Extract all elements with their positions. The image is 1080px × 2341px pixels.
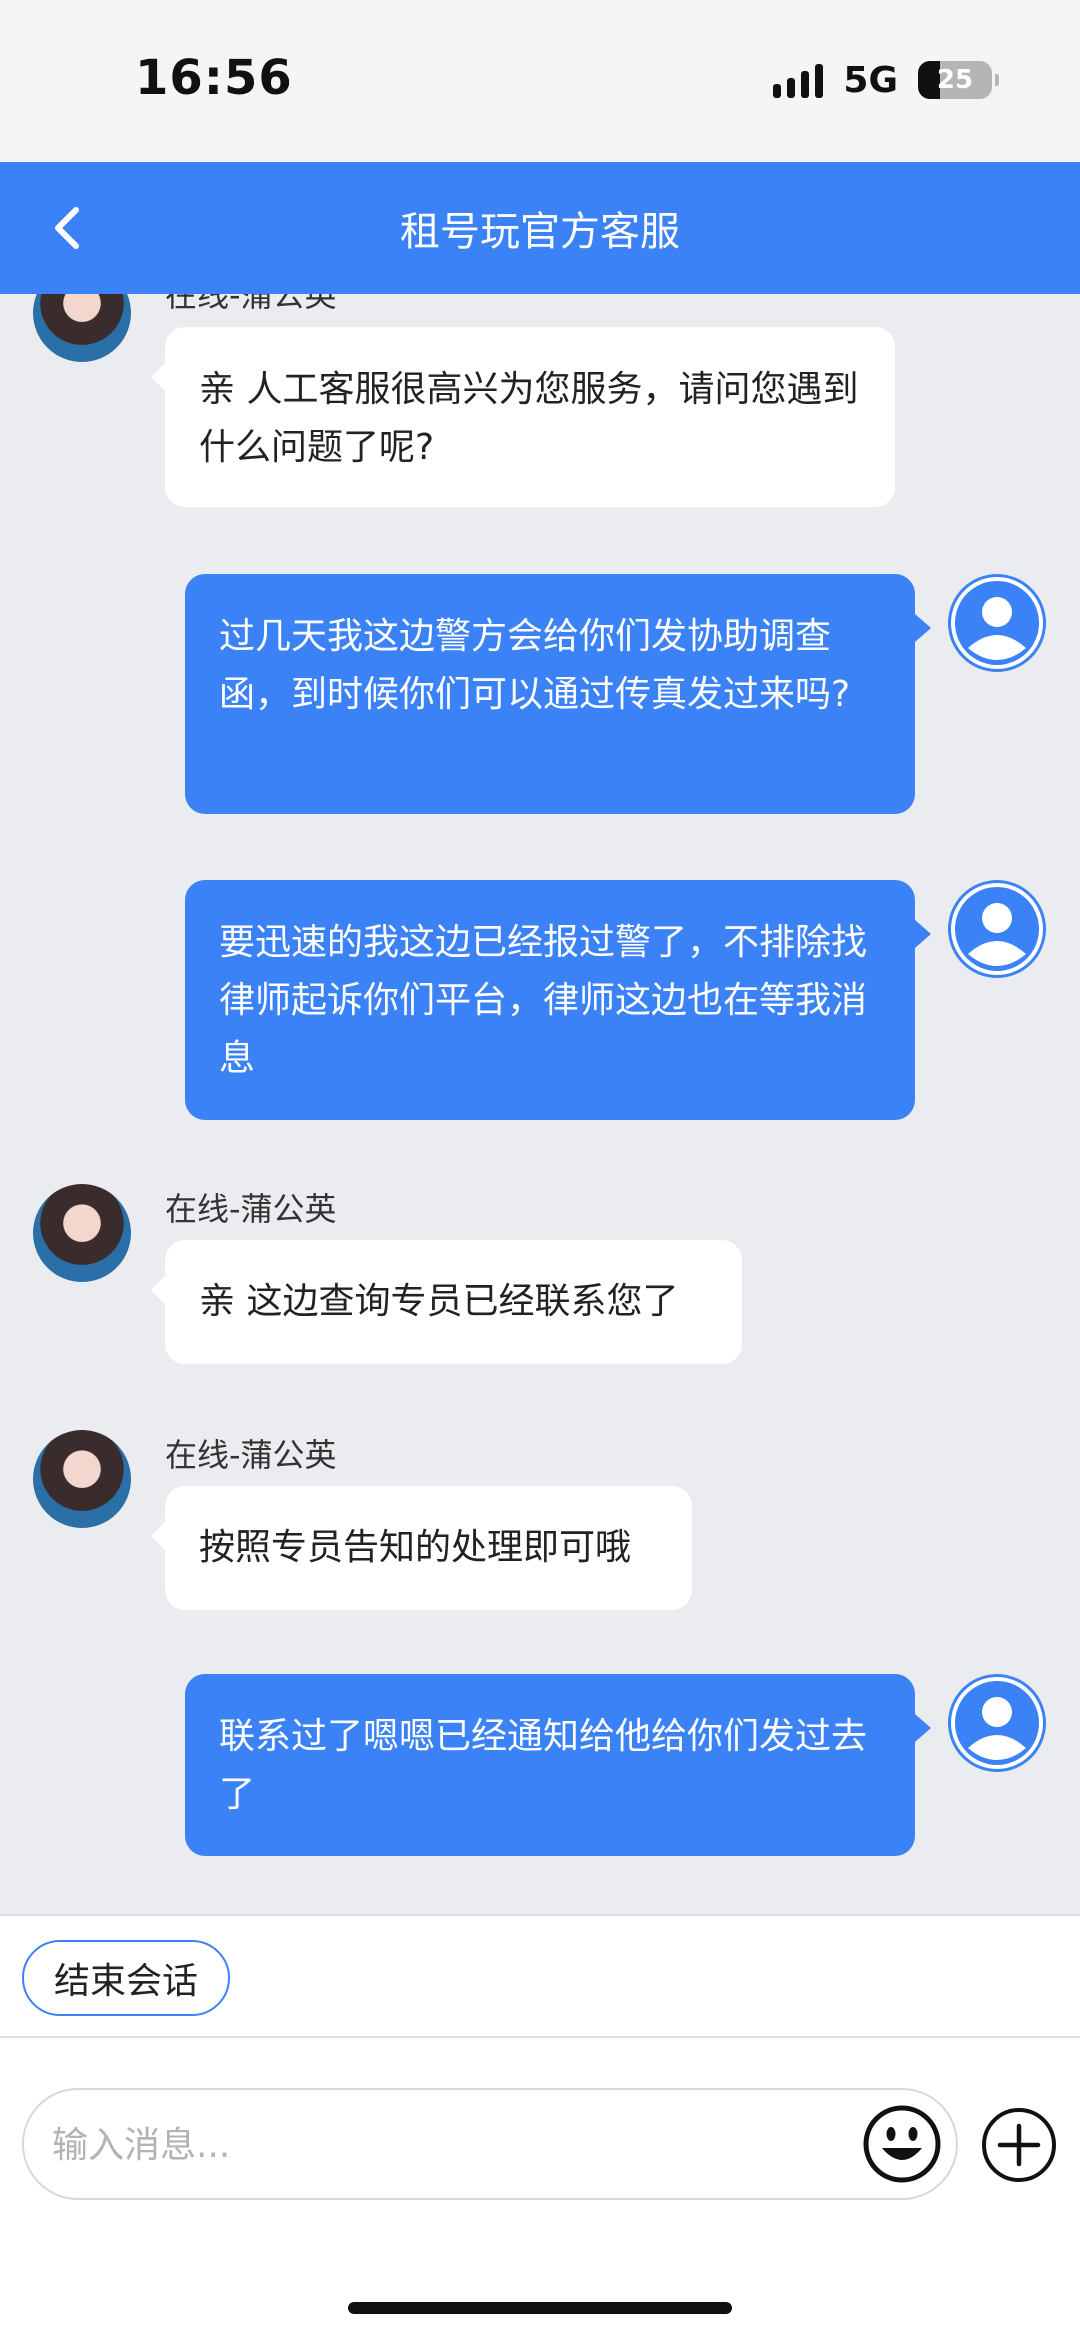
battery-level: 25 bbox=[936, 65, 974, 95]
sender-name: 在线-蒲公英 bbox=[165, 1190, 337, 1228]
sender-name: 在线-蒲公英 bbox=[165, 294, 337, 314]
message-bubble: 亲 人工客服很高兴为您服务，请问您遇到什么问题了呢? bbox=[151, 327, 895, 507]
message-bubble: 要迅速的我这边已经报过警了，不排除找律师起诉你们平台，律师这边也在等我消息 bbox=[185, 880, 931, 1120]
sender-name: 在线-蒲公英 bbox=[165, 1436, 337, 1474]
user-icon bbox=[951, 883, 1043, 975]
user-avatar bbox=[948, 574, 1046, 672]
plus-circle-icon bbox=[982, 2108, 1056, 2182]
user-icon bbox=[951, 1677, 1043, 1769]
home-indicator[interactable] bbox=[348, 2302, 732, 2314]
agent-avatar bbox=[33, 1184, 131, 1282]
chat-header: 租号玩官方客服 bbox=[0, 162, 1080, 294]
message-bubble: 按照专员告知的处理即可哦 bbox=[151, 1486, 692, 1610]
message-bubble: 过几天我这边警方会给你们发协助调查函，到时候你们可以通过传真发过来吗? bbox=[185, 574, 931, 814]
user-avatar bbox=[948, 1674, 1046, 1772]
signal-icon bbox=[773, 62, 824, 98]
network-label: 5G bbox=[843, 59, 898, 101]
message-user: 要迅速的我这边已经报过警了，不排除找律师起诉你们平台，律师这边也在等我消息 bbox=[0, 880, 1080, 1130]
emoji-button[interactable] bbox=[862, 2104, 942, 2184]
battery-icon: 25 bbox=[918, 61, 999, 99]
message-user: 联系过了嗯嗯已经通知给他给你们发过去了 bbox=[0, 1674, 1080, 1864]
agent-avatar bbox=[33, 294, 131, 362]
status-indicators: 5G 25 bbox=[773, 56, 999, 104]
message-input-container bbox=[22, 2088, 958, 2200]
smiley-icon bbox=[863, 2105, 941, 2183]
end-session-button[interactable]: 结束会话 bbox=[22, 1940, 231, 2016]
message-input[interactable] bbox=[52, 2110, 852, 2180]
chat-messages[interactable]: 在线-蒲公英 亲 人工客服很高兴为您服务，请问您遇到什么问题了呢? 过几天我这边… bbox=[0, 294, 1080, 1914]
message-bubble: 亲 这边查询专员已经联系您了 bbox=[151, 1240, 742, 1364]
message-agent: 在线-蒲公英 亲 这边查询专员已经联系您了 bbox=[0, 1184, 1080, 1364]
message-user: 过几天我这边警方会给你们发协助调查函，到时候你们可以通过传真发过来吗? bbox=[0, 574, 1080, 824]
composer-bar bbox=[0, 2038, 1080, 2341]
quick-actions-bar: 结束会话 bbox=[0, 1914, 1080, 2038]
message-bubble: 联系过了嗯嗯已经通知给他给你们发过去了 bbox=[185, 1674, 931, 1856]
status-time: 16:56 bbox=[135, 50, 293, 106]
user-icon bbox=[951, 577, 1043, 669]
agent-avatar bbox=[33, 1430, 131, 1528]
page-title: 租号玩官方客服 bbox=[400, 209, 680, 255]
message-agent: 在线-蒲公英 亲 人工客服很高兴为您服务，请问您遇到什么问题了呢? bbox=[0, 294, 1080, 524]
status-bar: 16:56 5G 25 bbox=[0, 0, 1080, 162]
chevron-left-icon bbox=[55, 207, 79, 249]
add-attachment-button[interactable] bbox=[980, 2106, 1058, 2184]
back-button[interactable] bbox=[38, 198, 98, 258]
user-avatar bbox=[948, 880, 1046, 978]
message-agent: 在线-蒲公英 按照专员告知的处理即可哦 bbox=[0, 1430, 1080, 1610]
